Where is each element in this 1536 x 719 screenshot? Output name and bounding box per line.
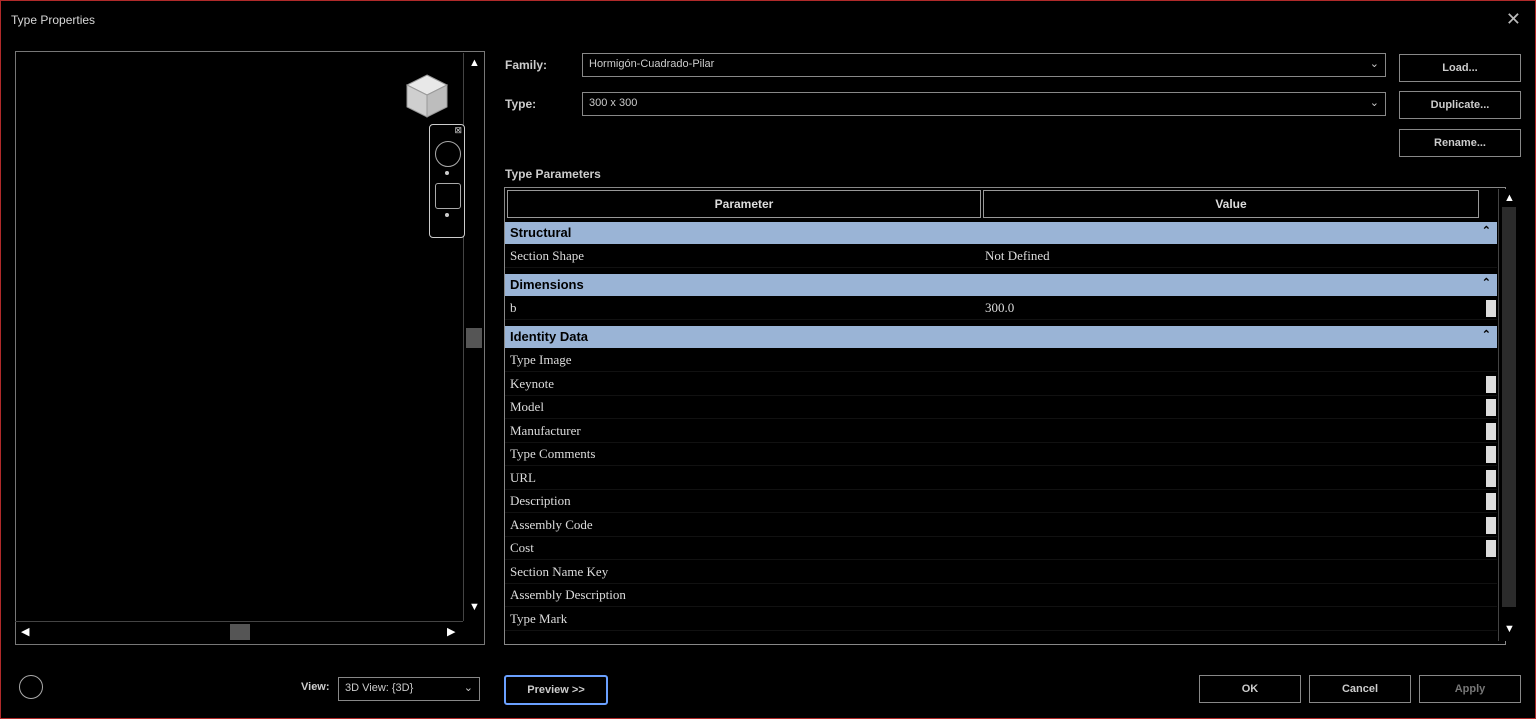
type-dropdown[interactable]: 300 x 300 ⌄ — [582, 92, 1386, 116]
scroll-thumb[interactable] — [466, 328, 482, 348]
view-dropdown[interactable]: 3D View: {3D} ⌄ — [338, 677, 480, 701]
apply-button[interactable]: Apply — [1419, 675, 1521, 703]
formula-button[interactable] — [1486, 517, 1496, 534]
grid-vertical-scrollbar[interactable]: ▲ ▼ — [1498, 189, 1519, 641]
formula-button[interactable] — [1486, 376, 1496, 393]
group-label: Identity Data — [510, 329, 589, 344]
parameter-name: Section Name Key — [510, 564, 609, 579]
parameter-column-header[interactable]: Parameter — [507, 190, 981, 218]
formula-button[interactable] — [1486, 446, 1496, 463]
parameter-name: Cost — [510, 540, 534, 555]
dot-icon — [445, 213, 449, 217]
parameter-name: Model — [510, 399, 544, 414]
table-row[interactable]: Cost — [505, 537, 1497, 560]
dot-icon — [445, 171, 449, 175]
formula-button[interactable] — [1486, 399, 1496, 416]
scroll-down-icon[interactable]: ▼ — [469, 601, 480, 613]
scroll-up-icon[interactable]: ▲ — [469, 57, 480, 69]
steering-wheel-icon[interactable] — [435, 141, 461, 167]
table-row[interactable]: Model — [505, 396, 1497, 419]
viewcube-icon[interactable] — [401, 71, 453, 123]
parameter-name: Type Comments — [510, 446, 596, 461]
formula-button[interactable] — [1486, 423, 1496, 440]
scroll-thumb[interactable] — [1502, 207, 1516, 607]
table-row[interactable]: Section Shape Not Defined — [505, 245, 1497, 268]
scroll-right-icon[interactable]: ▶ — [447, 625, 455, 638]
group-structural[interactable]: Structural ⌃ — [505, 222, 1497, 244]
group-identity-data[interactable]: Identity Data ⌃ — [505, 326, 1497, 348]
parameter-name: Type Image — [510, 352, 572, 367]
group-dimensions[interactable]: Dimensions ⌃ — [505, 274, 1497, 296]
parameter-name: Assembly Description — [510, 587, 626, 602]
table-row[interactable]: Type Mark — [505, 608, 1497, 631]
parameter-name: Manufacturer — [510, 423, 581, 438]
preview-pane[interactable] — [15, 51, 485, 645]
dialog-title: Type Properties — [11, 13, 96, 27]
table-row[interactable]: Type Comments — [505, 443, 1497, 466]
formula-button[interactable] — [1486, 540, 1496, 557]
rename-button[interactable]: Rename... — [1399, 129, 1521, 157]
formula-button[interactable] — [1486, 493, 1496, 510]
table-row[interactable]: b 300.0 — [505, 297, 1497, 320]
table-row[interactable]: Keynote — [505, 373, 1497, 396]
value-column-header[interactable]: Value — [983, 190, 1479, 218]
table-row[interactable]: Assembly Description — [505, 584, 1497, 607]
table-row[interactable]: URL — [505, 467, 1497, 490]
type-label: Type: — [505, 97, 537, 111]
chevron-down-icon: ⌄ — [1369, 97, 1379, 109]
formula-button[interactable] — [1486, 300, 1496, 317]
navigation-bar: ⊠ — [429, 124, 465, 238]
preview-vertical-scrollbar[interactable]: ▲ ▼ — [463, 53, 484, 621]
parameter-name: Section Shape — [510, 248, 585, 263]
close-navbar-icon[interactable]: ⊠ — [454, 125, 462, 136]
collapse-icon[interactable]: ⌃ — [1482, 224, 1491, 237]
group-label: Dimensions — [510, 277, 584, 292]
scroll-left-icon[interactable]: ◀ — [21, 625, 29, 638]
cancel-button[interactable]: Cancel — [1309, 675, 1411, 703]
type-value: 300 x 300 — [589, 97, 638, 109]
parameter-name: Type Mark — [510, 611, 568, 626]
parameter-name: b — [510, 300, 517, 315]
load-button[interactable]: Load... — [1399, 54, 1521, 82]
collapse-icon[interactable]: ⌃ — [1482, 276, 1491, 289]
close-icon[interactable]: ✕ — [1506, 9, 1521, 30]
parameter-name: URL — [510, 470, 536, 485]
family-dropdown[interactable]: Hormigón-Cuadrado-Pilar ⌄ — [582, 53, 1386, 77]
parameter-value[interactable]: 300.0 — [985, 300, 1014, 316]
view-value: 3D View: {3D} — [345, 682, 414, 694]
preview-button[interactable]: Preview >> — [504, 675, 608, 705]
table-row[interactable]: Manufacturer — [505, 420, 1497, 443]
type-parameters-label: Type Parameters — [505, 167, 601, 181]
collapse-icon[interactable]: ⌃ — [1482, 328, 1491, 341]
preview-horizontal-scrollbar[interactable]: ◀ ▶ — [15, 621, 463, 642]
group-label: Structural — [510, 225, 572, 240]
table-row[interactable]: Section Name Key — [505, 561, 1497, 584]
parameter-name: Assembly Code — [510, 517, 593, 532]
table-row[interactable]: Assembly Code — [505, 514, 1497, 537]
parameter-name: Description — [510, 493, 571, 508]
duplicate-button[interactable]: Duplicate... — [1399, 91, 1521, 119]
chevron-down-icon: ⌄ — [1369, 58, 1379, 70]
family-value: Hormigón-Cuadrado-Pilar — [589, 58, 715, 70]
parameter-value[interactable]: Not Defined — [985, 248, 1050, 264]
parameter-name: Keynote — [510, 376, 555, 391]
formula-button[interactable] — [1486, 470, 1496, 487]
ok-button[interactable]: OK — [1199, 675, 1301, 703]
table-row[interactable]: Type Image — [505, 349, 1497, 372]
title-bar: Type Properties ✕ — [1, 1, 1535, 39]
scroll-thumb[interactable] — [230, 624, 250, 640]
table-row[interactable]: Description — [505, 490, 1497, 513]
scroll-down-icon[interactable]: ▼ — [1504, 623, 1515, 635]
family-label: Family: — [505, 58, 548, 72]
type-properties-dialog: Type Properties ✕ ▲ ▼ ◀ ▶ ⊠ Family: Horm… — [0, 0, 1536, 719]
help-icon[interactable] — [19, 675, 43, 699]
view-label: View: — [301, 681, 330, 693]
scroll-up-icon[interactable]: ▲ — [1504, 192, 1515, 204]
chevron-down-icon: ⌄ — [463, 682, 473, 694]
type-parameters-grid: Parameter Value Structural ⌃ Section Sha… — [504, 187, 1506, 645]
zoom-region-icon[interactable] — [435, 183, 461, 209]
